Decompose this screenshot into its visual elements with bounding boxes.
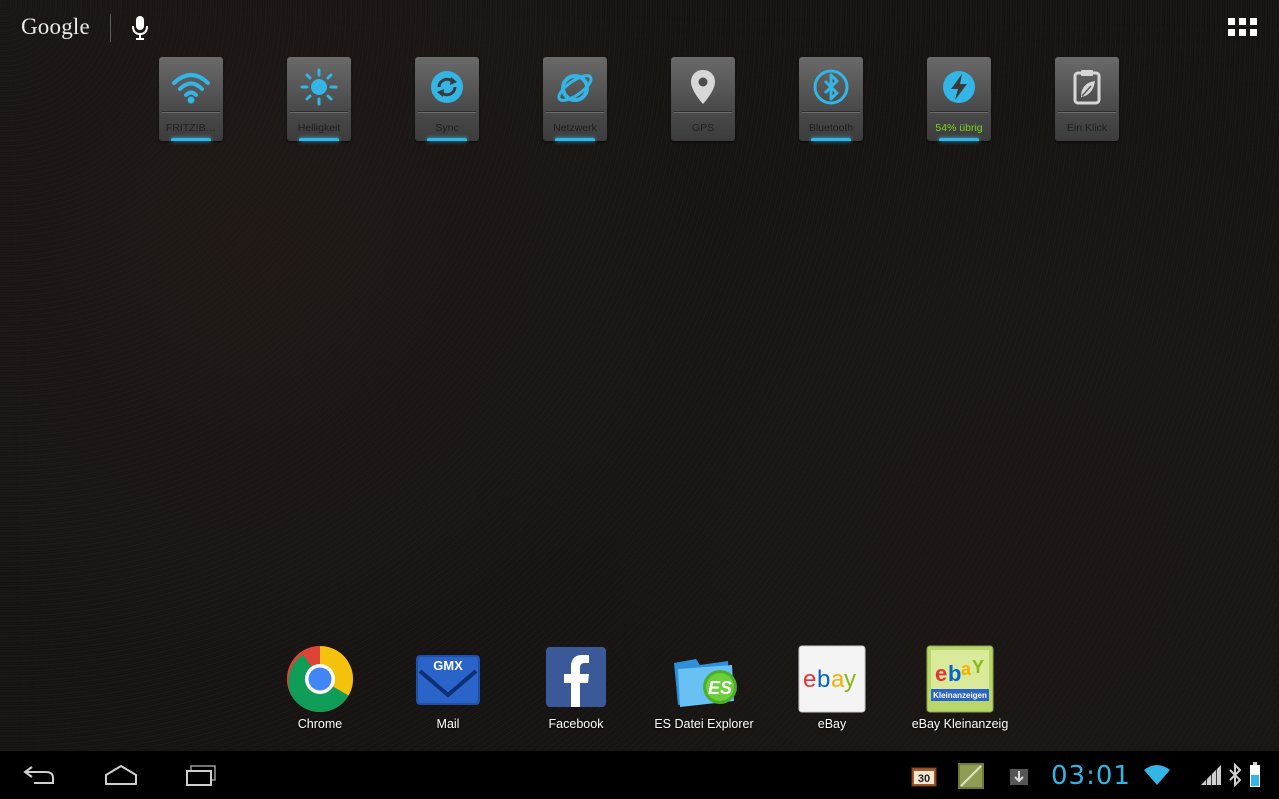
tile-label-wifi: FRITZ!B… — [165, 122, 217, 134]
system-navigation-bar: 30 03:01 — [0, 751, 1279, 799]
toggle-wifi[interactable]: FRITZ!B… — [159, 57, 223, 141]
svg-text:ES: ES — [708, 678, 732, 698]
svg-text:b: b — [948, 661, 961, 686]
app-mail[interactable]: GMX Mail — [393, 645, 503, 731]
brightness-icon — [287, 63, 351, 111]
toggle-battery[interactable]: 54% übrig — [927, 57, 991, 141]
status-clock[interactable]: 03:01 — [1051, 761, 1131, 791]
tile-separator — [802, 111, 860, 112]
svg-text:30: 30 — [918, 773, 930, 785]
app-label: eBay Kleinanzeig — [911, 717, 1009, 731]
tile-separator — [290, 111, 348, 112]
battery-status-icon — [1249, 762, 1261, 793]
bluetooth-icon — [799, 63, 863, 111]
clipboard-leaf-icon — [1055, 63, 1119, 111]
app-ebay-kleinanzeigen[interactable]: e b a Y Kleinanzeigen eBay Kleinanzeig — [905, 645, 1015, 731]
calendar-notification-icon[interactable]: 30 — [911, 767, 937, 792]
svg-text:Y: Y — [972, 657, 984, 677]
app-label: ES Datei Explorer — [654, 717, 754, 731]
wifi-icon — [159, 63, 223, 111]
all-apps-grid-icon[interactable] — [1228, 18, 1258, 38]
app-chrome[interactable]: Chrome — [265, 645, 375, 731]
toggle-bluetooth[interactable]: Bluetooth — [799, 57, 863, 141]
home-icon[interactable] — [104, 763, 138, 787]
tile-active-indicator — [811, 138, 851, 141]
tile-active-indicator — [939, 138, 979, 141]
signal-strength-icon — [1199, 765, 1223, 790]
toggle-brightness[interactable]: Helligkeit — [287, 57, 351, 141]
toggle-one-click[interactable]: Ein Klick — [1055, 57, 1119, 141]
wifi-status-icon — [1143, 764, 1171, 791]
tile-label-network: Netzwerk — [553, 122, 597, 134]
tile-label-gps: GPS — [691, 122, 715, 134]
svg-text:e: e — [803, 666, 816, 693]
app-es-file-explorer[interactable]: ES ES Datei Explorer — [649, 645, 759, 731]
bluetooth-status-icon — [1227, 762, 1243, 792]
svg-text:b: b — [817, 666, 830, 693]
tile-separator — [930, 111, 988, 112]
toggle-sync[interactable]: Sync — [415, 57, 479, 141]
google-search-bar[interactable]: Google — [0, 0, 1279, 56]
notes-notification-icon[interactable] — [957, 762, 985, 795]
location-pin-icon — [671, 63, 735, 111]
tile-label-sync: Sync — [435, 122, 459, 134]
ebay-kleinanzeigen-icon: e b a Y Kleinanzeigen — [926, 645, 994, 713]
svg-text:a: a — [961, 659, 972, 679]
back-icon[interactable] — [22, 763, 56, 787]
svg-text:y: y — [844, 666, 856, 693]
tile-separator — [546, 111, 604, 112]
microphone-icon[interactable] — [129, 14, 151, 42]
es-file-explorer-icon: ES — [670, 645, 738, 713]
google-search-label[interactable]: Google — [21, 14, 90, 40]
app-ebay[interactable]: e b a y eBay — [777, 645, 887, 731]
app-label: Mail — [436, 717, 460, 731]
svg-text:a: a — [831, 666, 845, 693]
app-label: Facebook — [548, 717, 604, 731]
ebay-icon: e b a y — [798, 645, 866, 713]
tile-separator — [674, 111, 732, 112]
network-globe-icon — [543, 63, 607, 111]
svg-text:GMX: GMX — [433, 658, 463, 673]
sync-icon — [415, 63, 479, 111]
app-label: Chrome — [297, 717, 343, 731]
tile-active-indicator — [427, 138, 467, 141]
tile-separator — [418, 111, 476, 112]
toggle-gps[interactable]: GPS — [671, 57, 735, 141]
toggle-network[interactable]: Netzwerk — [543, 57, 607, 141]
download-notification-icon[interactable] — [1009, 768, 1029, 791]
recent-apps-icon[interactable] — [185, 763, 217, 787]
battery-bolt-icon — [927, 63, 991, 111]
tile-label-bluetooth: Bluetooth — [808, 122, 854, 134]
tile-separator — [162, 111, 220, 112]
facebook-icon — [542, 645, 610, 713]
app-facebook[interactable]: Facebook — [521, 645, 631, 731]
gmx-mail-icon: GMX — [414, 645, 482, 713]
tile-separator — [1058, 111, 1116, 112]
tile-label-battery: 54% übrig — [935, 122, 983, 134]
search-divider — [110, 14, 111, 42]
tile-active-indicator — [171, 138, 211, 141]
tile-active-indicator — [555, 138, 595, 141]
tile-active-indicator — [299, 138, 339, 141]
tile-label-brightness: Helligkeit — [297, 122, 341, 134]
svg-text:Kleinanzeigen: Kleinanzeigen — [933, 691, 987, 700]
chrome-icon — [286, 645, 354, 713]
tile-label-one-click: Ein Klick — [1066, 122, 1108, 134]
app-label: eBay — [817, 717, 847, 731]
svg-text:e: e — [935, 661, 947, 686]
